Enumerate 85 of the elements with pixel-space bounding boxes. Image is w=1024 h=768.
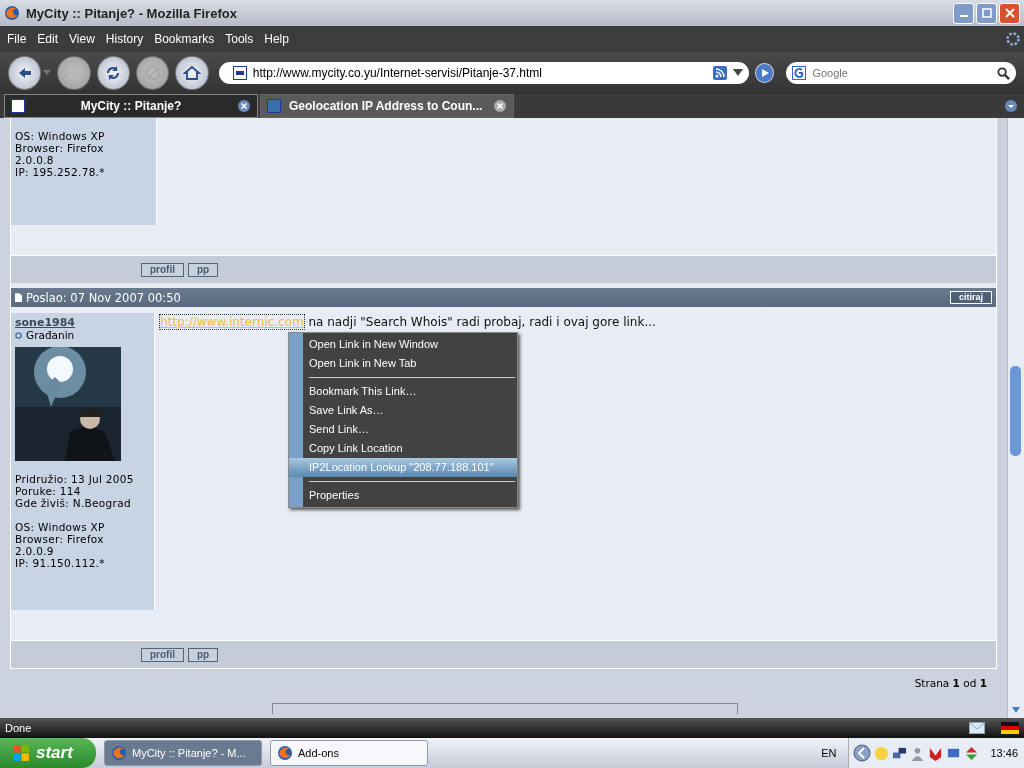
search-field[interactable]: Google bbox=[810, 66, 975, 80]
site-icon bbox=[232, 66, 247, 80]
expand-tray-icon[interactable] bbox=[853, 744, 872, 762]
maximize-icon bbox=[980, 7, 993, 19]
feed-icon[interactable] bbox=[712, 66, 727, 80]
network-icon[interactable] bbox=[892, 745, 908, 761]
status-text: Done bbox=[5, 722, 33, 734]
context-menu-item[interactable]: Open Link in New Tab bbox=[289, 354, 517, 373]
forward-button[interactable] bbox=[57, 56, 91, 90]
back-button[interactable] bbox=[8, 56, 42, 90]
scroll-down-icon[interactable] bbox=[1011, 706, 1021, 714]
menu-item[interactable]: Help bbox=[260, 32, 293, 46]
author-name[interactable]: sone1984 bbox=[15, 316, 75, 329]
throbber-icon bbox=[1005, 31, 1021, 47]
post-icon bbox=[15, 293, 22, 302]
scrollbar[interactable] bbox=[1007, 118, 1024, 718]
tab-list-icon[interactable] bbox=[1004, 99, 1018, 113]
author-info: Browser: Firefox bbox=[15, 142, 105, 154]
arrows-icon[interactable] bbox=[964, 745, 980, 761]
context-menu-item[interactable]: Open Link in New Window bbox=[289, 335, 517, 354]
firefox-icon bbox=[4, 5, 20, 21]
author-rank: Građanin bbox=[26, 329, 75, 341]
author-info: Poruke: 114 bbox=[15, 485, 82, 497]
post-date: Poslao: 07 Nov 2007 00:50 bbox=[26, 290, 182, 305]
language-indicator[interactable]: EN bbox=[821, 747, 837, 759]
firefox-icon bbox=[277, 745, 293, 761]
context-menu-item[interactable]: Bookmark This Link… bbox=[289, 382, 517, 401]
context-menu-item[interactable]: Save Link As… bbox=[289, 401, 517, 420]
profile-button[interactable]: profil bbox=[141, 647, 184, 662]
site-icon bbox=[267, 99, 281, 113]
go-button[interactable] bbox=[754, 63, 775, 83]
reload-button[interactable] bbox=[96, 56, 131, 90]
context-menu-item[interactable]: Send Link… bbox=[289, 420, 517, 439]
author-info: Gde živiš: N.Beograd bbox=[15, 497, 132, 509]
browser-tab[interactable]: MyCity :: Pitanje? bbox=[4, 94, 258, 118]
quote-button[interactable]: citiraj bbox=[950, 291, 992, 304]
context-menu-item[interactable]: Copy Link Location bbox=[289, 439, 517, 458]
scroll-thumb[interactable] bbox=[1010, 366, 1021, 456]
menu-item[interactable]: View bbox=[65, 32, 99, 46]
profile-button[interactable]: pp bbox=[188, 647, 219, 662]
search-engine-icon[interactable] bbox=[792, 66, 807, 80]
address-field[interactable]: http://www.mycity.co.yu/Internet-servisi/Pitanje-37.html bbox=[218, 62, 749, 84]
taskbar-button[interactable]: Add-ons bbox=[270, 740, 428, 766]
mail-icon bbox=[969, 722, 985, 734]
post-text: http://www.internic.com na nadji "Search Whois" radi probaj, radi i ovaj gore link... bbox=[159, 315, 657, 329]
flag-icon bbox=[1001, 722, 1019, 734]
minimize-button[interactable] bbox=[953, 2, 974, 24]
profile-button[interactable]: profil bbox=[141, 262, 184, 277]
author-info: IP: 91.150.112.* bbox=[15, 557, 106, 569]
author-info: OS: Windows XP bbox=[15, 130, 106, 142]
menu-item[interactable]: Tools bbox=[221, 32, 258, 46]
maximize-button[interactable] bbox=[976, 2, 997, 24]
home-icon bbox=[182, 63, 203, 83]
search-icon[interactable] bbox=[997, 66, 1010, 80]
window-title: MyCity :: Pitanje? - Mozilla Firefox bbox=[26, 5, 238, 21]
page-count: Strana 1 od 1 bbox=[914, 677, 987, 689]
play-icon bbox=[759, 68, 770, 78]
menu-item[interactable]: Edit bbox=[33, 32, 63, 46]
close-tab-icon[interactable] bbox=[237, 99, 251, 113]
menu-item[interactable]: File bbox=[3, 32, 31, 46]
author-info: 2.0.0.8 bbox=[15, 154, 55, 166]
taskbar-button[interactable]: MyCity :: Pitanje? - M... bbox=[104, 740, 262, 766]
firefox-icon bbox=[111, 745, 127, 761]
menu-item[interactable]: Bookmarks bbox=[150, 32, 219, 46]
minimize-icon bbox=[959, 15, 968, 17]
site-icon bbox=[11, 99, 25, 113]
dropdown-icon[interactable] bbox=[732, 69, 743, 77]
rank-icon bbox=[15, 331, 22, 339]
context-menu-item[interactable]: Properties bbox=[289, 486, 517, 505]
home-button[interactable] bbox=[175, 56, 209, 90]
close-button[interactable] bbox=[999, 2, 1020, 24]
browser-tab[interactable]: Geolocation IP Address to Coun... bbox=[260, 94, 514, 118]
stop-button[interactable] bbox=[136, 56, 170, 90]
search-box[interactable]: Google bbox=[786, 62, 1016, 84]
author-info: Browser: Firefox bbox=[15, 533, 105, 545]
profile-button[interactable]: pp bbox=[188, 262, 219, 277]
menu-item[interactable]: History bbox=[101, 32, 148, 46]
author-info: 2.0.0.9 bbox=[15, 545, 55, 557]
author-info: OS: Windows XP bbox=[15, 521, 106, 533]
windows-logo bbox=[12, 744, 30, 762]
close-icon bbox=[1003, 7, 1016, 19]
author-info: Pridružio: 13 Jul 2005 bbox=[15, 473, 135, 485]
author-info: IP: 195.252.78.* bbox=[15, 166, 106, 178]
close-tab-icon[interactable] bbox=[493, 99, 507, 113]
clock: 13:46 bbox=[990, 747, 1018, 759]
